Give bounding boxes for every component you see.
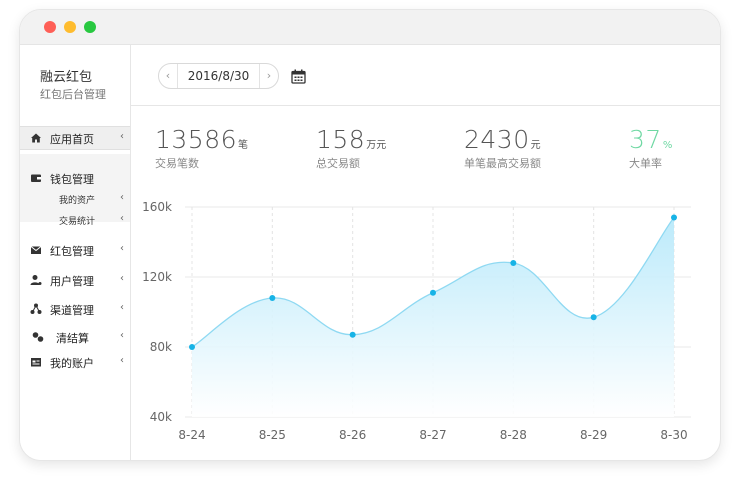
stat-value: 158 — [316, 125, 366, 154]
data-point[interactable] — [269, 295, 276, 301]
sidebar-item-settlement[interactable]: 清结算 ‹ — [20, 326, 130, 348]
stat-value: 37 — [629, 125, 662, 154]
close-window-button[interactable] — [44, 21, 56, 33]
x-tick-label: 8-24 — [178, 428, 205, 442]
next-date-button[interactable]: › — [259, 64, 278, 88]
stat-unit: 笔 — [238, 140, 249, 151]
sidebar-item-channels[interactable]: 渠道管理 ‹ — [20, 298, 130, 320]
data-point[interactable] — [590, 314, 597, 321]
stat-unit: 元 — [530, 140, 541, 151]
main-content: ‹ 2016/8/30 › 13586笔 交易笔数 158万元 总交易额 243… — [131, 45, 720, 460]
brand-name: 融云红包 — [40, 70, 93, 85]
app-window: 融云红包 红包后台管理 应用首页 ‹ 钱包管理 我的资产 ‹ 交易统计 ‹ 红包… — [19, 9, 721, 461]
sidebar-item-home[interactable]: 应用首页 ‹ — [20, 126, 130, 150]
date-value: 2016/8/30 — [187, 69, 250, 83]
zoom-window-button[interactable] — [84, 21, 96, 33]
transaction-area-chart: 40k 80k 120k 160k 8-24 8-25 8-26 8-27 8-28 8-29 8… — [142, 200, 691, 442]
title-bar — [20, 10, 720, 45]
stat-label: 单笔最高交易额 — [464, 157, 541, 170]
stat-label: 总交易额 — [316, 157, 360, 170]
envelope-icon — [30, 246, 42, 254]
stat-value: 13586 — [155, 125, 238, 154]
chevron-left-icon: ‹ — [120, 273, 124, 284]
chevron-left-icon: ‹ — [120, 131, 124, 142]
stat-max-single: 2430元 单笔最高交易额 — [464, 125, 541, 171]
chevron-left-icon: ‹ — [120, 213, 124, 224]
brand-subtitle: 红包后台管理 — [40, 88, 106, 101]
stat-unit: % — [662, 140, 673, 151]
data-point[interactable] — [671, 214, 677, 221]
channel-icon — [30, 303, 42, 314]
sidebar: 融云红包 红包后台管理 应用首页 ‹ 钱包管理 我的资产 ‹ 交易统计 ‹ 红包… — [20, 45, 131, 460]
sidebar-item-label: 清结算 — [56, 332, 89, 345]
data-point[interactable] — [349, 331, 356, 338]
y-tick-label: 80k — [150, 340, 172, 354]
stat-label: 大单率 — [629, 157, 662, 170]
account-icon — [31, 358, 41, 367]
sidebar-item-users[interactable]: 用户管理 ‹ — [20, 269, 130, 291]
y-tick-label: 120k — [142, 270, 172, 284]
calendar-icon[interactable] — [291, 69, 306, 84]
x-tick-label: 8-26 — [339, 428, 366, 442]
user-icon — [30, 275, 42, 285]
chevron-left-icon: ‹ — [120, 192, 124, 203]
sidebar-item-label: 钱包管理 — [50, 173, 94, 186]
series-area — [192, 217, 674, 417]
chevron-left-icon: ‹ — [120, 302, 124, 313]
sidebar-item-label: 红包管理 — [50, 245, 94, 258]
home-icon — [31, 133, 41, 143]
sidebar-subitem-label: 交易统计 — [59, 217, 96, 227]
sidebar-item-wallet[interactable]: 钱包管理 — [20, 167, 130, 189]
data-point[interactable] — [430, 289, 436, 296]
y-tick-label: 40k — [150, 410, 172, 424]
previous-date-button[interactable]: ‹ — [159, 64, 178, 88]
x-tick-label: 8-27 — [419, 428, 446, 442]
sidebar-item-red-packets[interactable]: 红包管理 ‹ — [20, 239, 130, 261]
y-tick-label: 160k — [142, 200, 172, 214]
stat-label: 交易笔数 — [155, 157, 199, 170]
toolbar: ‹ 2016/8/30 › — [131, 45, 720, 106]
sidebar-item-label: 渠道管理 — [50, 304, 94, 317]
chevron-left-icon: ‹ — [120, 243, 124, 254]
wallet-icon — [31, 174, 41, 182]
sidebar-item-label: 用户管理 — [50, 275, 94, 288]
sidebar-subitem-my-assets[interactable]: 我的资产 ‹ — [20, 190, 130, 208]
stat-value: 2430 — [464, 125, 530, 154]
sidebar-item-label: 应用首页 — [50, 133, 94, 146]
data-point[interactable] — [510, 260, 517, 266]
chevron-left-icon: ‹ — [120, 355, 124, 366]
x-tick-label: 8-30 — [660, 428, 687, 442]
x-tick-label: 8-25 — [259, 428, 286, 442]
date-picker[interactable]: ‹ 2016/8/30 › — [158, 63, 279, 89]
stat-unit: 万元 — [366, 140, 387, 151]
stat-large-order-rate: 37% 大单率 — [629, 125, 672, 171]
sidebar-subitem-label: 我的资产 — [59, 196, 96, 206]
x-tick-label: 8-29 — [580, 428, 607, 442]
sidebar-item-label: 我的账户 — [50, 357, 94, 370]
settlement-icon — [32, 332, 44, 342]
sidebar-subitem-trade-stats[interactable]: 交易统计 ‹ — [20, 211, 130, 229]
minimize-window-button[interactable] — [64, 21, 76, 33]
chevron-left-icon: ‹ — [120, 330, 124, 341]
data-point[interactable] — [189, 344, 195, 350]
sidebar-item-account[interactable]: 我的账户 ‹ — [20, 351, 130, 373]
stat-transaction-count: 13586笔 交易笔数 — [155, 125, 248, 171]
stat-total-amount: 158万元 总交易额 — [316, 125, 386, 171]
x-tick-label: 8-28 — [500, 428, 527, 442]
